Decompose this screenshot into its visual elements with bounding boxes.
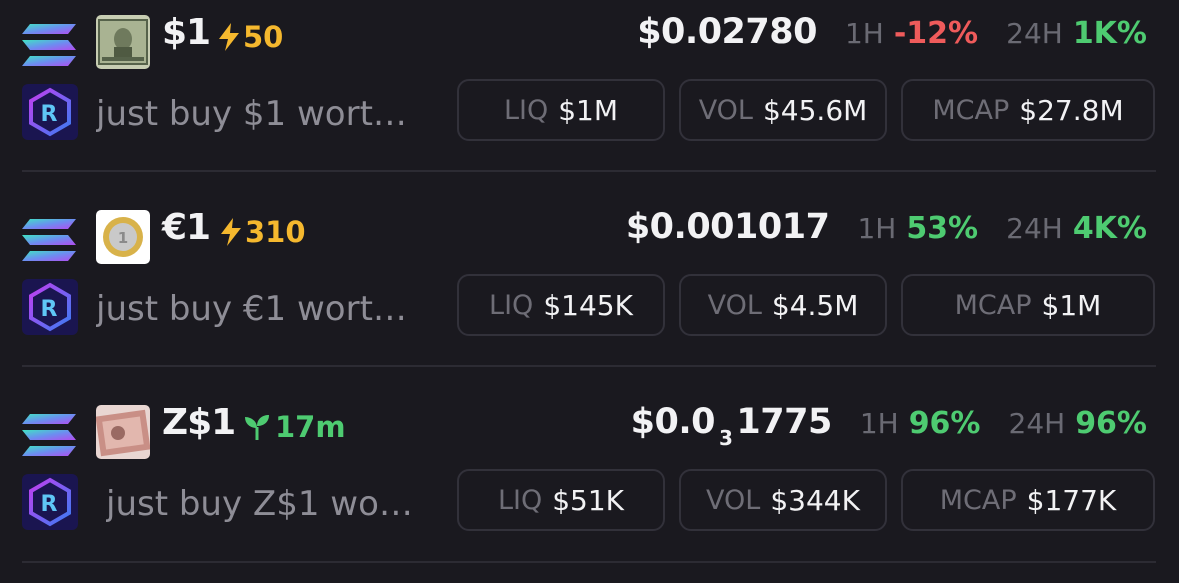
token-symbol: $1: [162, 12, 211, 53]
vol-label: VOL: [707, 289, 762, 321]
token-image: [96, 15, 150, 69]
volume-pill[interactable]: VOL $4.5M: [679, 274, 887, 336]
volume-pill[interactable]: VOL $45.6M: [679, 79, 887, 141]
row-divider: [22, 561, 1156, 563]
liq-value: $145K: [543, 288, 633, 322]
mcap-label: MCAP: [939, 484, 1017, 516]
boost-badge: 50: [219, 20, 283, 54]
token-description: just buy Z$1 wo…: [106, 484, 413, 524]
svg-text:R: R: [41, 492, 58, 517]
token-symbol: Z$1: [162, 402, 236, 443]
price-stats: $0.02780 1H -12% 24H 1K%: [637, 12, 1147, 52]
mcap-label: MCAP: [932, 94, 1010, 126]
mcap-value: $27.8M: [1019, 93, 1124, 127]
liquidity-pill[interactable]: LIQ $1M: [457, 79, 665, 141]
token-age: 17m: [275, 410, 346, 444]
liq-label: LIQ: [503, 94, 549, 126]
vol-label: VOL: [698, 94, 753, 126]
change-1h: -12%: [893, 16, 979, 51]
token-price: $0.0 3 1775: [630, 402, 833, 450]
token-image: 1: [96, 210, 150, 264]
token-price: $0.02780: [637, 12, 817, 52]
sprout-icon: [245, 415, 269, 440]
change-1h: 96%: [908, 406, 981, 441]
row-divider: [22, 170, 1156, 172]
boost-badge: 310: [221, 215, 306, 249]
mcap-pill[interactable]: MCAP $1M: [901, 274, 1155, 336]
price-stats: $0.0 3 1775 1H 96% 24H 96%: [630, 402, 1147, 450]
token-image: [96, 405, 150, 459]
solana-icon: [22, 24, 76, 66]
vol-label: VOL: [706, 484, 761, 516]
svg-text:R: R: [41, 102, 58, 127]
timeframe-1h-label: 1H: [857, 212, 897, 245]
change-1h: 53%: [906, 211, 979, 246]
timeframe-1h-label: 1H: [859, 407, 899, 440]
liq-value: $1M: [558, 93, 619, 127]
token-symbol: €1: [162, 207, 211, 248]
liq-value: $51K: [552, 483, 625, 517]
boost-count: 50: [243, 20, 284, 54]
mcap-value: $177K: [1026, 483, 1117, 517]
timeframe-24h-label: 24H: [1006, 212, 1063, 245]
row-divider: [22, 365, 1156, 367]
token-description: just buy $1 wort…: [96, 94, 407, 134]
lightning-icon: [219, 23, 239, 51]
token-description: just buy €1 wort…: [96, 289, 407, 329]
liquidity-pill[interactable]: LIQ $51K: [457, 469, 665, 531]
solana-icon: [22, 219, 76, 261]
vol-value: $4.5M: [771, 288, 859, 322]
liq-label: LIQ: [497, 484, 543, 516]
svg-text:1: 1: [118, 229, 128, 247]
timeframe-1h-label: 1H: [844, 17, 884, 50]
volume-pill[interactable]: VOL $344K: [679, 469, 887, 531]
liquidity-pill[interactable]: LIQ $145K: [457, 274, 665, 336]
token-row[interactable]: $1 50 $0.02780 1H -12% 24H 1K% R just bu…: [0, 0, 1179, 195]
token-price: $0.001017: [625, 207, 830, 247]
raydium-icon: R: [22, 474, 78, 530]
mcap-value: $1M: [1041, 288, 1102, 322]
mcap-pill[interactable]: MCAP $27.8M: [901, 79, 1155, 141]
svg-text:R: R: [41, 297, 58, 322]
change-24h: 4K%: [1072, 211, 1147, 246]
token-list: $1 50 $0.02780 1H -12% 24H 1K% R just bu…: [0, 0, 1179, 583]
solana-icon: [22, 414, 76, 456]
lightning-icon: [221, 218, 241, 246]
price-stats: $0.001017 1H 53% 24H 4K%: [626, 207, 1147, 247]
boost-count: 310: [245, 215, 306, 249]
token-row[interactable]: 1 €1 310 $0.001017 1H 53% 24H 4K% R just…: [0, 195, 1179, 390]
mcap-pill[interactable]: MCAP $177K: [901, 469, 1155, 531]
liq-label: LIQ: [489, 289, 534, 321]
timeframe-24h-label: 24H: [1006, 17, 1063, 50]
timeframe-24h-label: 24H: [1008, 407, 1066, 440]
raydium-icon: R: [22, 84, 78, 140]
change-24h: 1K%: [1072, 16, 1147, 51]
change-24h: 96%: [1075, 406, 1147, 441]
raydium-icon: R: [22, 279, 78, 335]
token-row[interactable]: Z$1 17m $0.0 3 1775 1H 96% 24H 96% R just …: [0, 390, 1179, 583]
price-zero-count: 3: [718, 426, 733, 450]
age-badge: 17m: [243, 410, 346, 444]
mcap-label: MCAP: [954, 289, 1032, 321]
vol-value: $45.6M: [762, 93, 868, 127]
vol-value: $344K: [770, 483, 860, 517]
